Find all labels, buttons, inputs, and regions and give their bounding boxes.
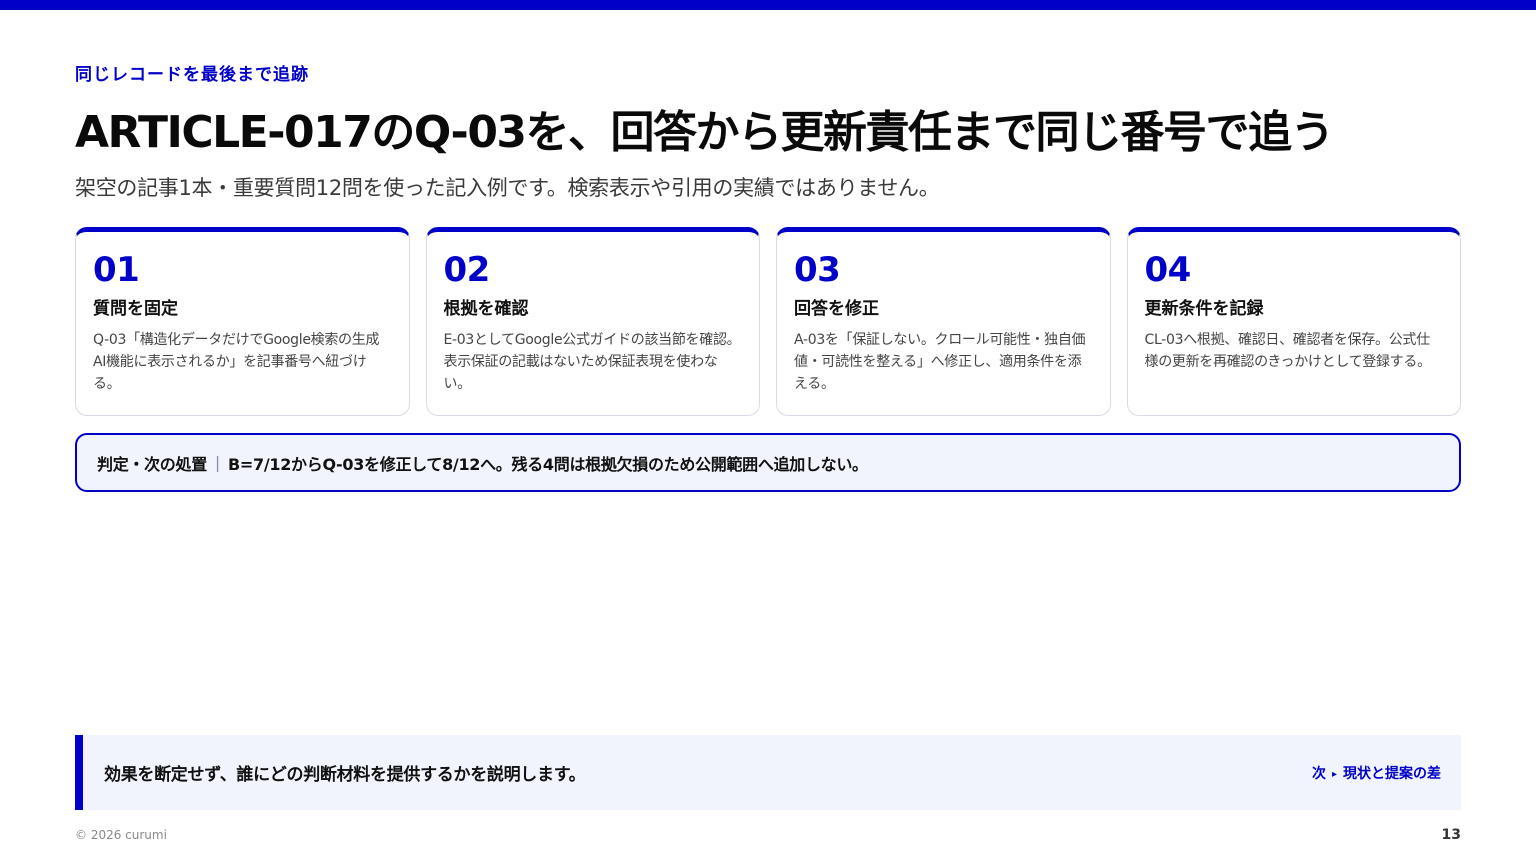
next-slide-label: 現状と提案の差 — [1343, 765, 1441, 782]
step-number: 02 — [443, 250, 491, 290]
step-number: 01 — [93, 250, 140, 290]
slide-subtitle: 架空の記事1本・重要質問12問を使った記入例です。検索表示や引用の実績ではありま… — [75, 176, 940, 200]
step-card-04: 04 更新条件を記録 CL-03へ根拠、確認日、確認者を保存。公式仕様の更新を再… — [1126, 227, 1461, 416]
step-description: E-03としてGoogle公式ガイドの該当節を確認。表示保証の記載はないため保証… — [443, 332, 741, 392]
step-number: 03 — [794, 250, 841, 290]
next-slide-link[interactable]: 次 ▸ 現状と提案の差 — [1312, 763, 1441, 783]
page-number: 13 — [1441, 827, 1461, 843]
verdict-callout: 判定・次の処置 | B=7/12からQ-03を修正して8/12へ。残る4問は根拠… — [75, 433, 1461, 492]
summary-note: 効果を断定せず、誰にどの判断材料を提供するかを説明します。 次 ▸ 現状と提案の差 — [75, 735, 1461, 810]
step-description: A-03を「保証しない。クロール可能性・独自価値・可読性を整える」へ修正し、適用… — [794, 332, 1086, 392]
step-title: 質問を固定 — [93, 299, 178, 319]
step-title: 根拠を確認 — [443, 299, 529, 319]
next-prefix: 次 — [1311, 765, 1326, 782]
verdict-separator: | — [214, 453, 220, 472]
step-card-02: 02 根拠を確認 E-03としてGoogle公式ガイドの該当節を確認。表示保証の… — [425, 227, 760, 416]
step-title: 更新条件を記録 — [1144, 299, 1264, 319]
step-cards: 01 質問を固定 Q-03「構造化データだけでGoogle検索の生成AI機能に表… — [75, 227, 1461, 416]
copyright: © 2026 curumi — [75, 828, 167, 842]
summary-text: 効果を断定せず、誰にどの判断材料を提供するかを説明します。 — [104, 765, 586, 785]
step-title: 回答を修正 — [794, 299, 879, 319]
step-card-01: 01 質問を固定 Q-03「構造化データだけでGoogle検索の生成AI機能に表… — [75, 227, 410, 416]
step-description: CL-03へ根拠、確認日、確認者を保存。公式仕様の更新を再確認のきっかけとして登… — [1144, 332, 1432, 370]
top-accent-bar — [0, 0, 1536, 10]
step-number: 04 — [1144, 250, 1192, 290]
step-card-03: 03 回答を修正 A-03を「保証しない。クロール可能性・独自価値・可読性を整え… — [776, 227, 1111, 416]
play-arrow-icon: ▸ — [1331, 768, 1337, 780]
slide-title: ARTICLE-017のQ-03を、回答から更新責任まで同じ番号で追う — [75, 107, 1335, 158]
slide-eyebrow: 同じレコードを最後まで追跡 — [75, 65, 309, 85]
verdict-text: B=7/12からQ-03を修正して8/12へ。残る4問は根拠欠損のため公開範囲へ… — [228, 454, 868, 474]
step-description: Q-03「構造化データだけでGoogle検索の生成AI機能に表示されるか」を記事… — [93, 332, 380, 392]
verdict-label: 判定・次の処置 — [97, 454, 207, 474]
